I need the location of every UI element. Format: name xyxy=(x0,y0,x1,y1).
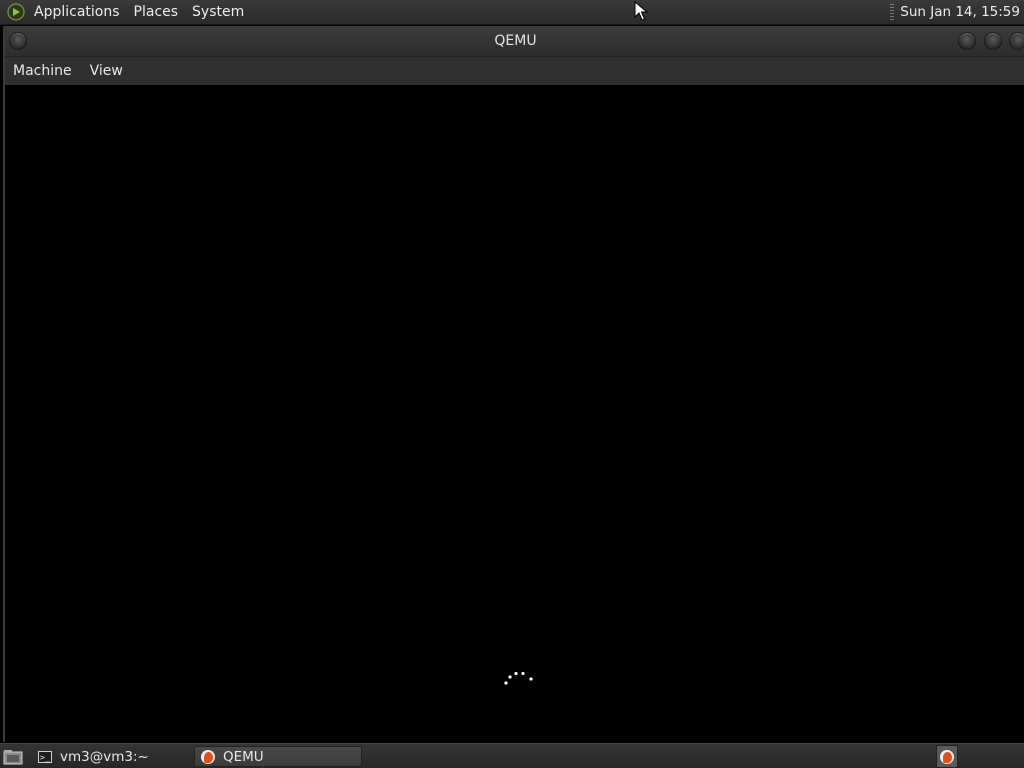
vm-display[interactable] xyxy=(5,85,1024,742)
window-title: QEMU xyxy=(494,33,537,49)
qemu-icon xyxy=(940,749,954,764)
terminal-icon: >_ xyxy=(38,750,52,763)
close-button[interactable] xyxy=(1009,32,1024,50)
menu-machine[interactable]: Machine xyxy=(13,63,72,79)
system-menu[interactable]: System xyxy=(192,4,244,20)
taskbar-item-terminal[interactable]: >_ vm3@vm3:~ xyxy=(32,746,192,767)
top-panel: Applications Places System Sun Jan 14, 1… xyxy=(0,0,1024,25)
taskbar-item-label: vm3@vm3:~ xyxy=(60,748,149,765)
tray-qemu-icon[interactable] xyxy=(936,745,958,768)
loading-spinner-icon xyxy=(504,671,533,685)
maximize-button[interactable] xyxy=(984,32,1002,50)
panel-drag-handle[interactable] xyxy=(890,4,895,20)
taskbar-item-label: QEMU xyxy=(223,748,264,765)
menu-view[interactable]: View xyxy=(90,63,123,79)
taskbar-item-qemu[interactable]: QEMU xyxy=(194,746,362,767)
show-desktop-icon[interactable] xyxy=(2,748,24,766)
desktop: Applications Places System Sun Jan 14, 1… xyxy=(0,0,1024,768)
minimize-button[interactable] xyxy=(958,32,976,50)
qemu-window: QEMU Machine View xyxy=(3,26,1024,742)
qemu-icon xyxy=(201,749,215,764)
applications-menu[interactable]: Applications xyxy=(34,4,120,20)
window-menu-button[interactable] xyxy=(9,32,27,50)
menubar: Machine View xyxy=(5,57,1024,85)
clock[interactable]: Sun Jan 14, 15:59 xyxy=(900,4,1020,20)
distro-logo-icon[interactable] xyxy=(6,2,26,22)
mouse-cursor-icon xyxy=(634,1,648,21)
places-menu[interactable]: Places xyxy=(134,4,179,20)
window-titlebar[interactable]: QEMU xyxy=(5,26,1024,57)
taskbar: >_ vm3@vm3:~ QEMU xyxy=(0,743,1024,768)
